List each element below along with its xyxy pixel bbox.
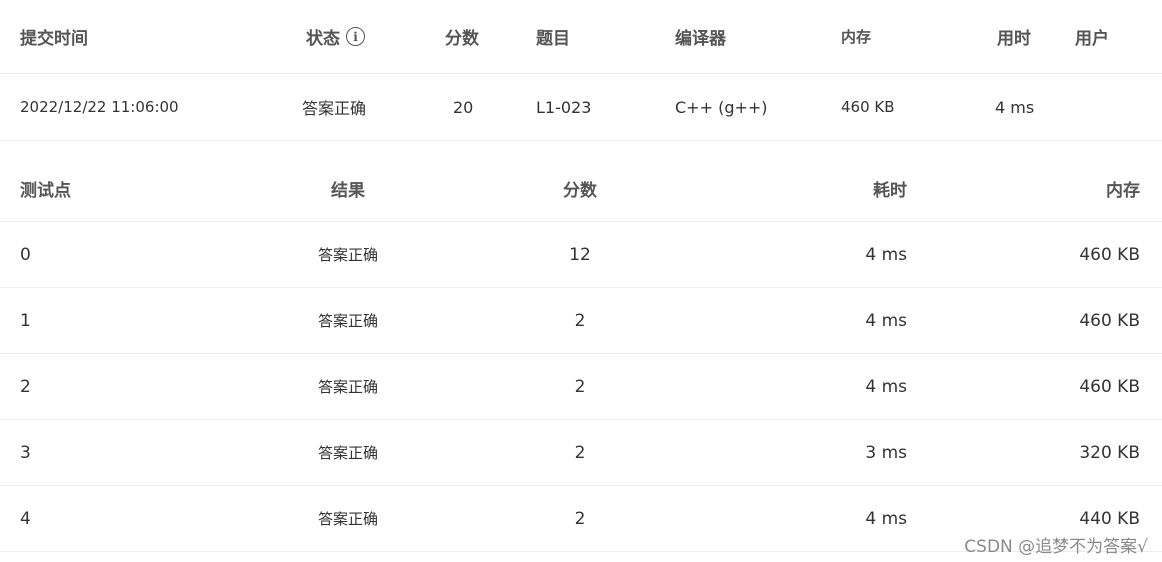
testcase-memory: 460 KB: [1079, 310, 1140, 331]
memory-value: 460 KB: [841, 98, 895, 116]
testcase-time: 4 ms: [865, 376, 907, 397]
testcase-time: 4 ms: [865, 508, 907, 529]
header-elapsed: 耗时: [873, 180, 907, 201]
problem-link[interactable]: L1-023: [536, 74, 591, 140]
result-badge: 答案正确: [317, 246, 378, 264]
testpoint-id: 4: [20, 508, 31, 529]
header-submit-time: 提交时间: [20, 29, 88, 49]
score-value: 20: [453, 97, 474, 117]
table-row: 1 答案正确 2 4 ms 460 KB: [0, 288, 1162, 354]
testpoint-id: 1: [20, 310, 31, 331]
submission-row: 2022/12/22 11:06:00 答案正确 20 L1-023 C++ (…: [0, 74, 1162, 141]
header-memory: 内存: [841, 28, 872, 46]
testcase-score: 2: [574, 508, 586, 529]
header-problem: 题目: [536, 29, 570, 49]
testcase-time: 4 ms: [865, 244, 907, 265]
submit-time-value: 2022/12/22 11:06:00: [20, 98, 179, 116]
header-user: 用户: [1075, 29, 1109, 49]
header-duration: 用时: [997, 29, 1031, 49]
header-result: 结果: [331, 180, 365, 201]
testcase-memory: 460 KB: [1079, 244, 1140, 265]
testcase-time: 3 ms: [865, 442, 907, 463]
header-testcase-memory: 内存: [1106, 180, 1140, 201]
testpoint-id: 2: [20, 376, 31, 397]
header-testpoint: 测试点: [20, 180, 71, 201]
testcase-table: 测试点 结果 分数 耗时 内存 0 答案正确 12 4 ms 460 KB 1 …: [0, 155, 1162, 552]
header-score: 分数: [445, 29, 479, 49]
status-badge: 答案正确: [302, 99, 367, 118]
result-badge: 答案正确: [317, 510, 378, 528]
result-badge: 答案正确: [317, 312, 378, 330]
compiler-value: C++ (g++): [675, 97, 768, 117]
table-row: 0 答案正确 12 4 ms 460 KB: [0, 222, 1162, 288]
testpoint-id: 0: [20, 244, 31, 265]
result-badge: 答案正确: [317, 444, 378, 462]
testpoint-id: 3: [20, 442, 31, 463]
testcase-score: 2: [574, 376, 586, 397]
info-icon[interactable]: i: [346, 27, 365, 46]
header-status: 状态 i: [306, 0, 365, 73]
testcase-score: 2: [574, 442, 586, 463]
testcase-score: 12: [569, 244, 591, 265]
header-compiler: 编译器: [675, 29, 726, 49]
header-status-label: 状态: [306, 29, 340, 49]
submission-table: 提交时间 状态 i 分数 题目 编译器 内存 用时 用户 2022/12/22 …: [0, 0, 1162, 141]
duration-value: 4 ms: [995, 97, 1035, 117]
testcase-header-row: 测试点 结果 分数 耗时 内存: [0, 155, 1162, 222]
table-row: 3 答案正确 2 3 ms 320 KB: [0, 420, 1162, 486]
header-testcase-score: 分数: [563, 180, 597, 201]
watermark: CSDN @追梦不为答案√: [964, 537, 1148, 557]
testcase-score: 2: [574, 310, 586, 331]
testcase-time: 4 ms: [865, 310, 907, 331]
table-row: 2 答案正确 2 4 ms 460 KB: [0, 354, 1162, 420]
testcase-memory: 460 KB: [1079, 376, 1140, 397]
testcase-memory: 320 KB: [1079, 442, 1140, 463]
submission-header-row: 提交时间 状态 i 分数 题目 编译器 内存 用时 用户: [0, 0, 1162, 74]
result-badge: 答案正确: [317, 378, 378, 396]
